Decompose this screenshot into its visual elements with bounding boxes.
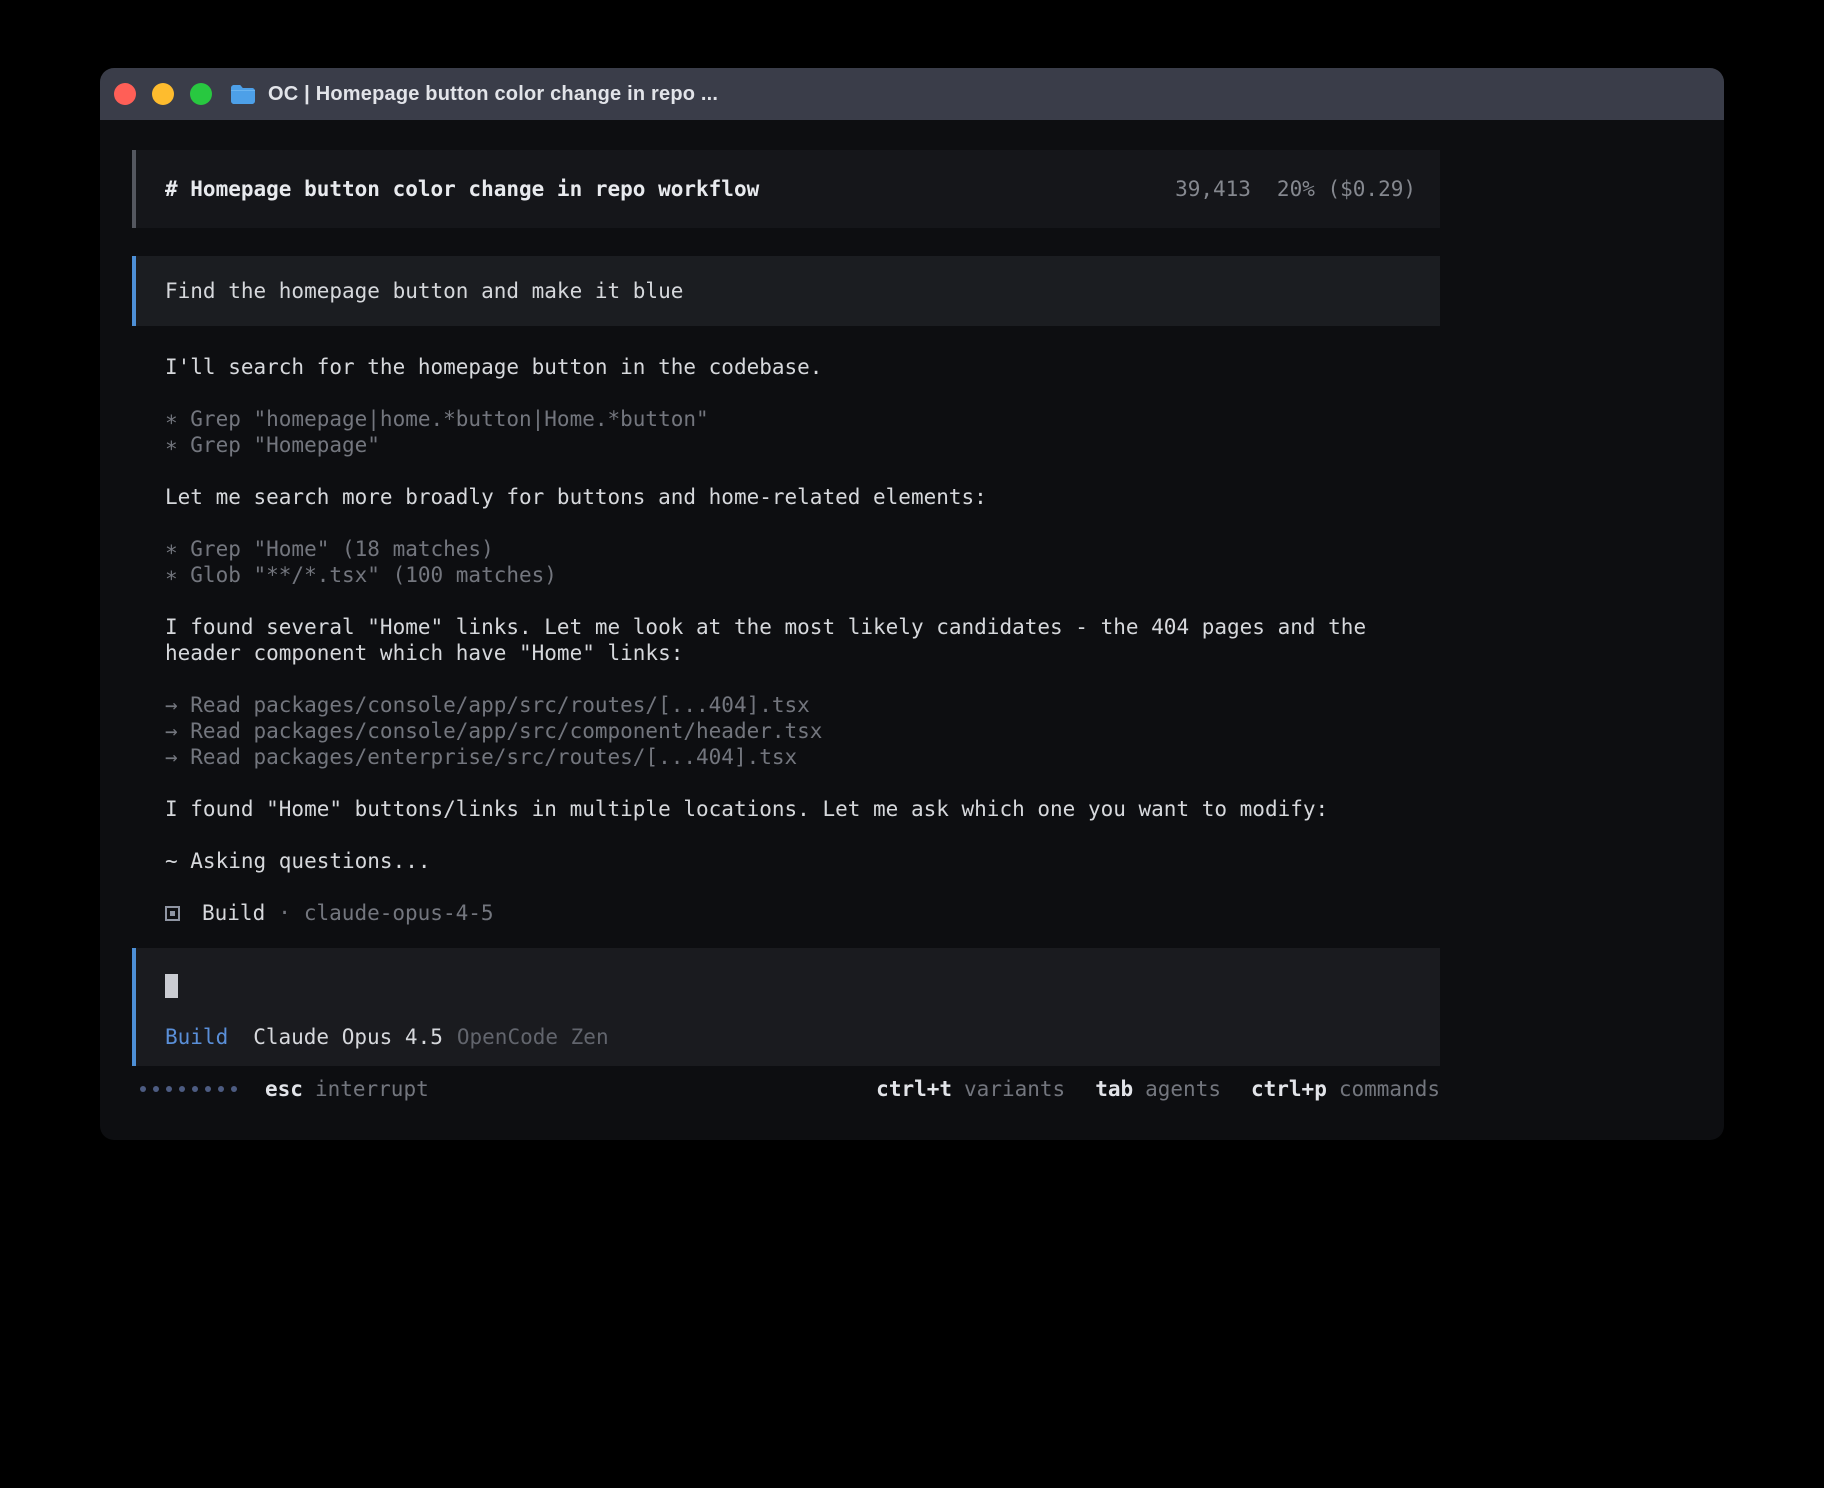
close-button[interactable] (114, 83, 136, 105)
minimize-button[interactable] (152, 83, 174, 105)
token-count: 39,413 (1175, 176, 1251, 202)
zoom-button[interactable] (190, 83, 212, 105)
prompt-input[interactable]: Build Claude Opus 4.5 OpenCode Zen (132, 948, 1440, 1066)
shortcut-agents: tab agents (1095, 1076, 1221, 1102)
session-title: # Homepage button color change in repo w… (165, 176, 759, 202)
shortcut-variants: ctrl+t variants (876, 1076, 1065, 1102)
folder-icon (230, 84, 256, 104)
user-message-text: Find the homepage button and make it blu… (165, 279, 683, 303)
esc-key: esc (265, 1076, 303, 1102)
agent-badge-icon (165, 906, 180, 921)
traffic-lights (114, 83, 212, 105)
tool-call-grep: ∗ Grep "homepage|home.*button|Home.*butt… (165, 406, 1724, 432)
tool-call-glob: ∗ Glob "**/*.tsx" (100 matches) (165, 562, 1724, 588)
agent-separator: · (278, 900, 291, 926)
conversation: I'll search for the homepage button in t… (132, 326, 1724, 926)
status-bar: esc interrupt ctrl+t variants tab agents… (140, 1076, 1440, 1102)
esc-hint: interrupt (315, 1076, 429, 1102)
titlebar[interactable]: OC | Homepage button color change in rep… (100, 68, 1724, 120)
tool-call-read: → Read packages/enterprise/src/routes/[.… (165, 744, 1724, 770)
assistant-text: Let me search more broadly for buttons a… (165, 484, 1425, 510)
spinner-dots (140, 1086, 237, 1092)
terminal-content: # Homepage button color change in repo w… (100, 120, 1724, 1102)
text-cursor (165, 974, 178, 998)
provider-name: OpenCode Zen (457, 1024, 609, 1050)
status-text: ~ Asking questions... (165, 848, 1425, 874)
assistant-text: I'll search for the homepage button in t… (165, 354, 1425, 380)
assistant-text: I found "Home" buttons/links in multiple… (165, 796, 1425, 822)
session-header: # Homepage button color change in repo w… (132, 150, 1440, 228)
agent-status-line: Build · claude-opus-4-5 (165, 900, 1724, 926)
window-title: OC | Homepage button color change in rep… (268, 83, 718, 106)
model-name[interactable]: Claude Opus 4.5 (253, 1024, 443, 1050)
input-line[interactable] (165, 972, 1416, 998)
tool-call-grep: ∗ Grep "Home" (18 matches) (165, 536, 1724, 562)
shortcut-commands: ctrl+p commands (1251, 1076, 1440, 1102)
model-status-line: Build Claude Opus 4.5 OpenCode Zen (165, 1024, 1416, 1050)
mode-label[interactable]: Build (165, 1024, 228, 1050)
assistant-text: I found several "Home" links. Let me loo… (165, 614, 1425, 666)
agent-name: Build (202, 900, 265, 926)
session-meta: 39,413 20% ($0.29) (1175, 176, 1416, 202)
terminal-window: OC | Homepage button color change in rep… (100, 68, 1724, 1140)
tool-call-grep: ∗ Grep "Homepage" (165, 432, 1724, 458)
user-message: Find the homepage button and make it blu… (132, 256, 1440, 326)
tool-call-read: → Read packages/console/app/src/componen… (165, 718, 1724, 744)
tool-call-read: → Read packages/console/app/src/routes/[… (165, 692, 1724, 718)
agent-model: claude-opus-4-5 (304, 900, 494, 926)
context-usage: 20% ($0.29) (1277, 176, 1416, 202)
